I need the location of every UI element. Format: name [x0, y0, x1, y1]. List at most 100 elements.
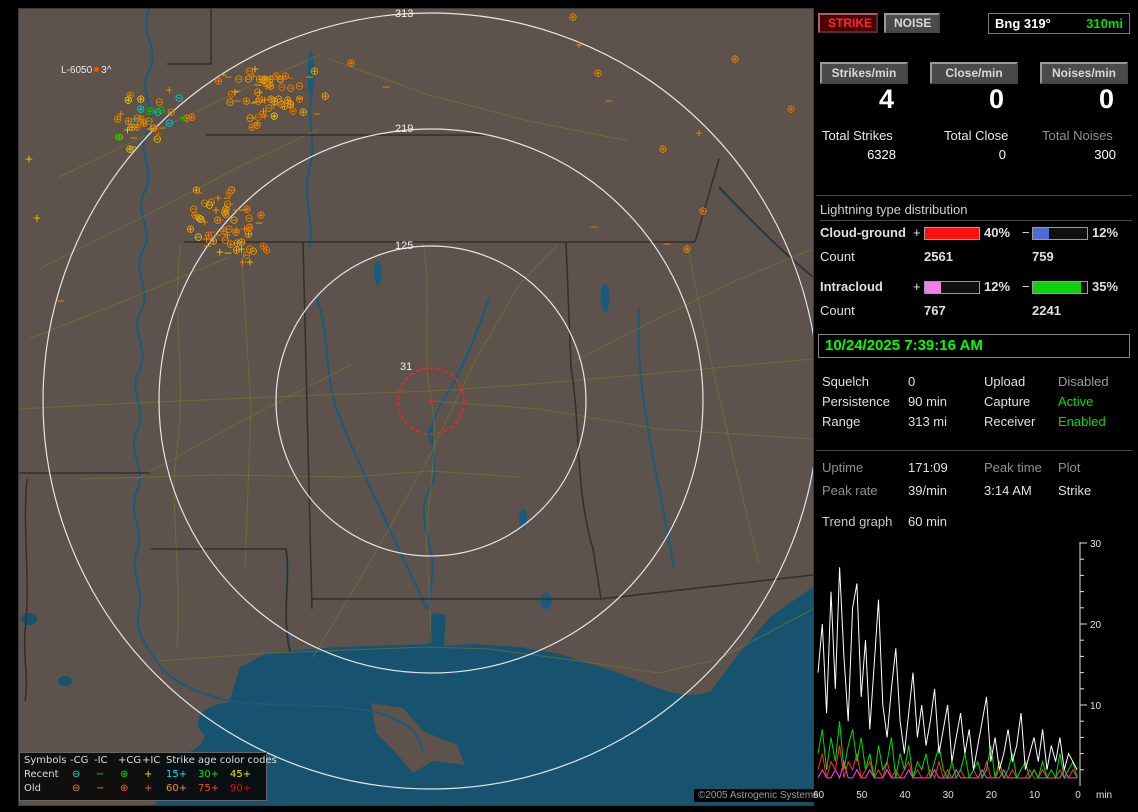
- minus-sign: −: [1022, 279, 1030, 294]
- ic-row-label: Intracloud: [820, 279, 883, 294]
- strike-symbol: ⊕: [136, 92, 146, 106]
- svg-text:10: 10: [1090, 701, 1102, 712]
- strike-symbol: +: [213, 191, 223, 205]
- total-strikes-value: 6328: [867, 147, 896, 162]
- strike-symbol: ⊕: [283, 93, 293, 107]
- svg-text:50: 50: [856, 790, 868, 801]
- ic-plus-count: 767: [924, 303, 946, 318]
- trend-window-value: 60 min: [908, 514, 948, 529]
- strike-symbol: ⊖: [286, 81, 296, 95]
- legend-symbol-icon: −: [96, 769, 105, 780]
- strike-symbol: −: [218, 68, 228, 82]
- legend-text: -CG: [70, 755, 89, 766]
- strike-symbol: −: [381, 80, 391, 94]
- map-view[interactable]: ⊕ ⊖ ⊖ − − + − + ⊖ ⊖ + ⊕ ⊕ − ⊖ ⊕ ⊖ − ⊕ ⊕ ⊖ − ⊖ + + ⊖ − ⊕ + ⊖ ⊖ ⊕ ⊕ − − − ⊖ ⊕ + ⊕…: [18, 8, 814, 806]
- strike-symbol: −: [312, 107, 322, 121]
- divider: [816, 195, 1132, 196]
- squelch-label: Squelch: [822, 374, 869, 389]
- legend-text: 90+: [230, 783, 252, 794]
- close-per-min-button[interactable]: Close/min: [930, 62, 1018, 84]
- datetime-box: 10/24/2025 7:39:16 AM: [818, 334, 1130, 358]
- legend-text: Old: [24, 783, 41, 794]
- strike-symbol: −: [589, 220, 599, 234]
- upload-status: Disabled: [1058, 374, 1109, 389]
- legend-text: 15+: [166, 769, 188, 780]
- strike-symbol: −: [222, 191, 232, 205]
- legend-text: Symbols: [24, 755, 67, 766]
- copyright-text: ©2005 Astrogenic Systems: [694, 789, 823, 802]
- minus-sign: −: [1022, 225, 1030, 240]
- strike-symbol: ⊕: [113, 112, 123, 126]
- strike-button[interactable]: STRIKE: [818, 13, 878, 33]
- legend-symbol-icon: −: [96, 783, 105, 794]
- svg-text:0: 0: [1075, 790, 1081, 801]
- strike-symbol: −: [604, 94, 614, 108]
- trend-series-strike-rate: [817, 567, 1078, 771]
- strike-symbol: −: [295, 91, 305, 105]
- ic-minus-bar: [1032, 281, 1088, 294]
- station-id: L-6050: [61, 65, 93, 76]
- peak-rate-value: 39/min: [908, 483, 948, 498]
- distribution-title: Lightning type distribution: [820, 202, 1132, 221]
- strike-symbol: ⊖: [244, 211, 254, 225]
- legend-symbol-icon: ⊖: [72, 783, 81, 794]
- strike-symbol: ⊖: [226, 87, 236, 101]
- strike-symbol: ⊕: [269, 109, 279, 123]
- strike-symbol: ⊖: [154, 95, 164, 109]
- station-extra: 3^: [101, 65, 112, 76]
- strike-symbol: +: [238, 255, 248, 269]
- strike-symbol: −: [128, 140, 138, 154]
- capture-label: Capture: [984, 394, 1031, 409]
- strike-symbol: ⊕: [123, 93, 133, 107]
- legend-symbol-icon: ⊕: [120, 769, 129, 780]
- uptime-value: 171:09: [908, 460, 948, 475]
- strike-symbol: ⊕: [730, 52, 740, 66]
- strike-symbol: ⊕: [219, 224, 229, 238]
- map-legend: Symbols -CG -IC +CG +IC Strike age color code…: [19, 752, 277, 801]
- uptime-label: Uptime: [822, 460, 864, 475]
- strike-symbol: +: [260, 109, 270, 123]
- total-strikes-label: Total Strikes: [822, 128, 893, 143]
- strike-symbol: −: [231, 203, 241, 217]
- divider: [816, 450, 1132, 451]
- strike-symbol: ⊖: [294, 79, 304, 93]
- datetime-value: 10/24/2025 7:39:16 AM: [825, 337, 983, 354]
- legend-symbol-icon: +: [144, 769, 153, 780]
- range-label: Range: [822, 414, 861, 429]
- strike-symbol: +: [232, 223, 242, 237]
- range-ring-label-125: 125: [395, 240, 414, 252]
- strike-symbol: ⊖: [234, 72, 244, 86]
- strikes-per-min-button[interactable]: Strikes/min: [820, 62, 908, 84]
- strike-symbol: −: [157, 121, 167, 135]
- strike-symbol: ⊕: [258, 239, 268, 253]
- noises-per-min-value: 0: [1098, 84, 1114, 114]
- strike-symbol: +: [178, 111, 188, 125]
- noise-button[interactable]: NOISE: [884, 13, 940, 33]
- strike-symbol: ⊕: [682, 242, 692, 256]
- receiver-status: Enabled: [1058, 414, 1106, 429]
- strike-symbol: ⊕: [203, 228, 214, 242]
- station-label: L-6050 3^: [61, 65, 111, 76]
- strike-symbol: −: [254, 216, 264, 230]
- strike-symbol: +: [257, 74, 268, 88]
- cg-plus-count: 2561: [924, 249, 953, 264]
- total-noises-label: Total Noises: [1042, 128, 1113, 143]
- strike-symbol: ⊕: [269, 94, 279, 108]
- ic-plus-percent: 12%: [984, 279, 1011, 294]
- strikes-per-min-value: 4: [878, 84, 894, 114]
- total-close-value: 0: [998, 147, 1006, 162]
- range-ring-label-313: 313: [395, 8, 414, 20]
- cg-plus-bar: [924, 227, 980, 240]
- cg-plus-percent: 40%: [984, 225, 1011, 240]
- strike-symbol: ⊕: [658, 142, 668, 156]
- noises-per-min-button[interactable]: Noises/min: [1040, 62, 1128, 84]
- plot-label: Plot: [1058, 460, 1081, 475]
- cg-minus-count: 759: [1032, 249, 1054, 264]
- svg-text:40: 40: [899, 790, 911, 801]
- strike-symbol: +: [32, 211, 42, 225]
- strike-symbol: ⊕: [320, 89, 330, 103]
- range-ring-label-219: 219: [395, 123, 414, 135]
- legend-text: +IC: [142, 755, 161, 766]
- legend-text: -IC: [94, 755, 108, 766]
- svg-text:20: 20: [986, 790, 998, 801]
